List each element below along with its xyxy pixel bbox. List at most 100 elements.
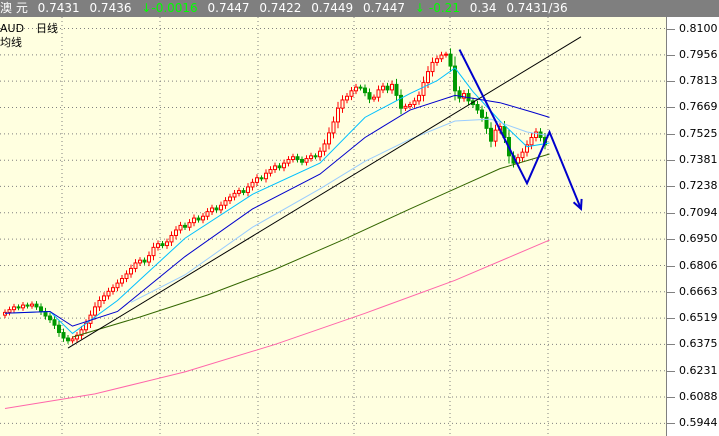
price-label: 0.6663 — [679, 284, 718, 298]
candle — [115, 279, 120, 292]
price-tick — [667, 318, 675, 320]
candle-body — [246, 186, 250, 193]
candle — [3, 309, 7, 319]
candle — [336, 101, 340, 129]
candle-body — [268, 169, 273, 174]
price-label: 0.7956 — [679, 47, 718, 61]
candle-body — [439, 54, 444, 60]
candle — [534, 128, 538, 142]
candle — [183, 222, 187, 230]
candle-body — [259, 177, 264, 180]
candle — [210, 204, 214, 215]
price-tick — [667, 133, 675, 135]
candle — [430, 57, 435, 77]
candle — [241, 187, 246, 196]
candle-body — [291, 156, 295, 160]
moving-average-line — [4, 94, 550, 327]
candle — [246, 183, 250, 197]
quote-bar: 澳 元 0.7431 0.7436 ↓-0.0016 0.7447 0.7422… — [0, 0, 719, 17]
candle-body — [237, 190, 241, 194]
candle-body — [408, 104, 412, 107]
price-label: 0.6519 — [679, 311, 718, 325]
candle — [124, 270, 129, 283]
candle-body — [529, 136, 534, 146]
candle-body — [34, 303, 39, 308]
volume-value: 0.34 — [469, 1, 497, 15]
candle-body — [309, 155, 313, 160]
candle-body — [106, 290, 111, 297]
candle — [327, 127, 331, 150]
candle — [237, 187, 241, 197]
candle-body — [178, 224, 183, 231]
trendline — [67, 36, 582, 349]
candle-body — [493, 129, 498, 142]
candle-body — [336, 107, 340, 123]
candle — [178, 221, 183, 234]
candle — [205, 208, 210, 220]
candle — [322, 139, 327, 156]
candle-body — [444, 53, 448, 56]
candle — [457, 86, 462, 103]
candle-body — [457, 90, 462, 99]
price-label: 0.6231 — [679, 363, 718, 377]
candle-body — [111, 287, 115, 292]
chart-plot-area[interactable] — [0, 17, 666, 436]
candle — [363, 84, 367, 97]
candle-body — [232, 192, 237, 198]
candle-body — [390, 83, 394, 91]
price-label: 0.7669 — [679, 100, 718, 114]
candle-body — [205, 211, 210, 217]
candle — [201, 212, 205, 224]
candle-body — [327, 132, 331, 145]
candle — [138, 257, 142, 266]
candle-body — [358, 86, 363, 89]
price-label: 0.6088 — [679, 389, 718, 403]
candle-body — [156, 243, 160, 248]
candle — [493, 124, 498, 147]
candle-body — [214, 207, 219, 211]
candle — [381, 82, 385, 94]
candle — [192, 214, 196, 227]
candle — [520, 148, 525, 162]
candle — [75, 331, 79, 343]
candle — [223, 197, 228, 209]
candle — [349, 86, 354, 101]
candles-layer — [3, 48, 547, 344]
candle-body — [255, 177, 259, 183]
candle-body — [430, 61, 435, 73]
previous-price: 0.7436 — [89, 1, 132, 15]
down-arrow-icon: ↓ — [414, 1, 425, 15]
candle-body — [183, 224, 187, 228]
last-price: 0.7431 — [37, 1, 80, 15]
candle — [282, 159, 286, 172]
candle-body — [304, 158, 309, 163]
candle — [408, 101, 412, 110]
price-axis[interactable]: 0.8100 0.7956 0.7813 0.7669 0.7525 0.7381 0.72… — [666, 17, 719, 436]
candle — [277, 163, 282, 171]
candle — [106, 287, 111, 300]
high-price: 0.7449 — [311, 1, 354, 15]
legend-period: 日线 — [36, 22, 59, 35]
candle-body — [372, 96, 376, 100]
price-tick — [667, 107, 675, 109]
candle — [439, 51, 444, 63]
candle-body — [25, 304, 30, 307]
candle — [219, 201, 223, 214]
price-label: 0.7238 — [679, 179, 718, 193]
price-tick — [667, 265, 675, 267]
candle-body — [115, 282, 120, 289]
candle — [318, 147, 322, 161]
candle-body — [318, 150, 322, 158]
price-tick — [667, 291, 675, 293]
candle-body — [403, 105, 408, 109]
candle — [111, 284, 115, 295]
candle-body — [165, 241, 169, 247]
candle-body — [426, 71, 430, 84]
candle-body — [223, 200, 228, 206]
candle-body — [435, 58, 439, 63]
candle — [525, 140, 529, 157]
candle-body — [340, 99, 345, 109]
candle-body — [421, 82, 426, 96]
candle — [66, 335, 70, 344]
candle — [196, 215, 201, 223]
